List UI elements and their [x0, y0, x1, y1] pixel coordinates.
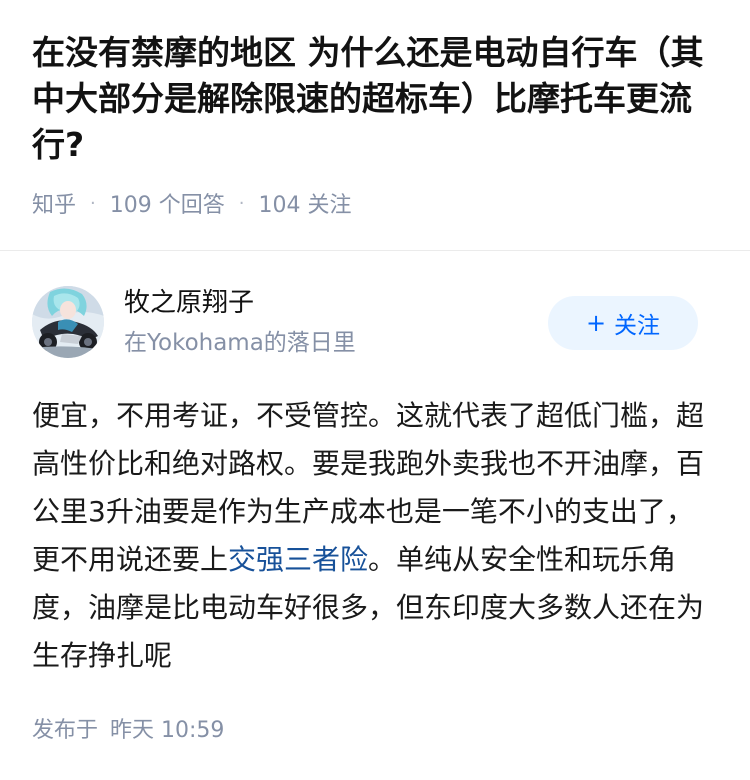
author-name[interactable]: 牧之原翔子: [124, 286, 254, 320]
question-title[interactable]: 在没有禁摩的地区 为什么还是电动自行车（其中大部分是解除限速的超标车）比摩托车更…: [32, 30, 718, 168]
followers-count: 104 关注: [258, 193, 352, 218]
source-label[interactable]: 知乎: [32, 187, 76, 219]
answer-content: 便宜，不用考证，不受管控。这就代表了超低门槛，超高性价比和绝对路权。要是我跑外卖…: [32, 392, 712, 680]
question-header: 在没有禁摩的地区 为什么还是电动自行车（其中大部分是解除限速的超标车）比摩托车更…: [0, 0, 750, 218]
plus-icon: +: [585, 309, 607, 337]
publish-time-value: 昨天 10:59: [110, 718, 225, 743]
follow-button[interactable]: + 关注: [548, 296, 698, 350]
follow-label: 关注: [614, 313, 661, 339]
avatar-anime-rider-icon: [32, 286, 104, 358]
separator-dot: ·: [238, 192, 245, 214]
answer-card: 牧之原翔子 在Yokohama的落日里 + 关注 便宜，不用考证，不受管控。这就…: [32, 282, 718, 680]
question-meta: 知乎 · 109 个回答 · 104 关注: [32, 187, 718, 219]
publish-label: 发布于: [32, 718, 99, 743]
insurance-link[interactable]: 交强三者险: [228, 543, 368, 576]
divider: [0, 250, 750, 251]
separator-dot: ·: [90, 192, 96, 214]
answers-count[interactable]: 109 个回答: [110, 187, 225, 219]
zhihu-answer-page: 在没有禁摩的地区 为什么还是电动自行车（其中大部分是解除限速的超标车）比摩托车更…: [0, 0, 750, 780]
avatar[interactable]: [32, 286, 104, 358]
author-bio: 在Yokohama的落日里: [124, 330, 356, 356]
author-row: 牧之原翔子 在Yokohama的落日里 + 关注: [32, 282, 718, 362]
publish-time: 发布于 昨天 10:59: [32, 712, 224, 744]
